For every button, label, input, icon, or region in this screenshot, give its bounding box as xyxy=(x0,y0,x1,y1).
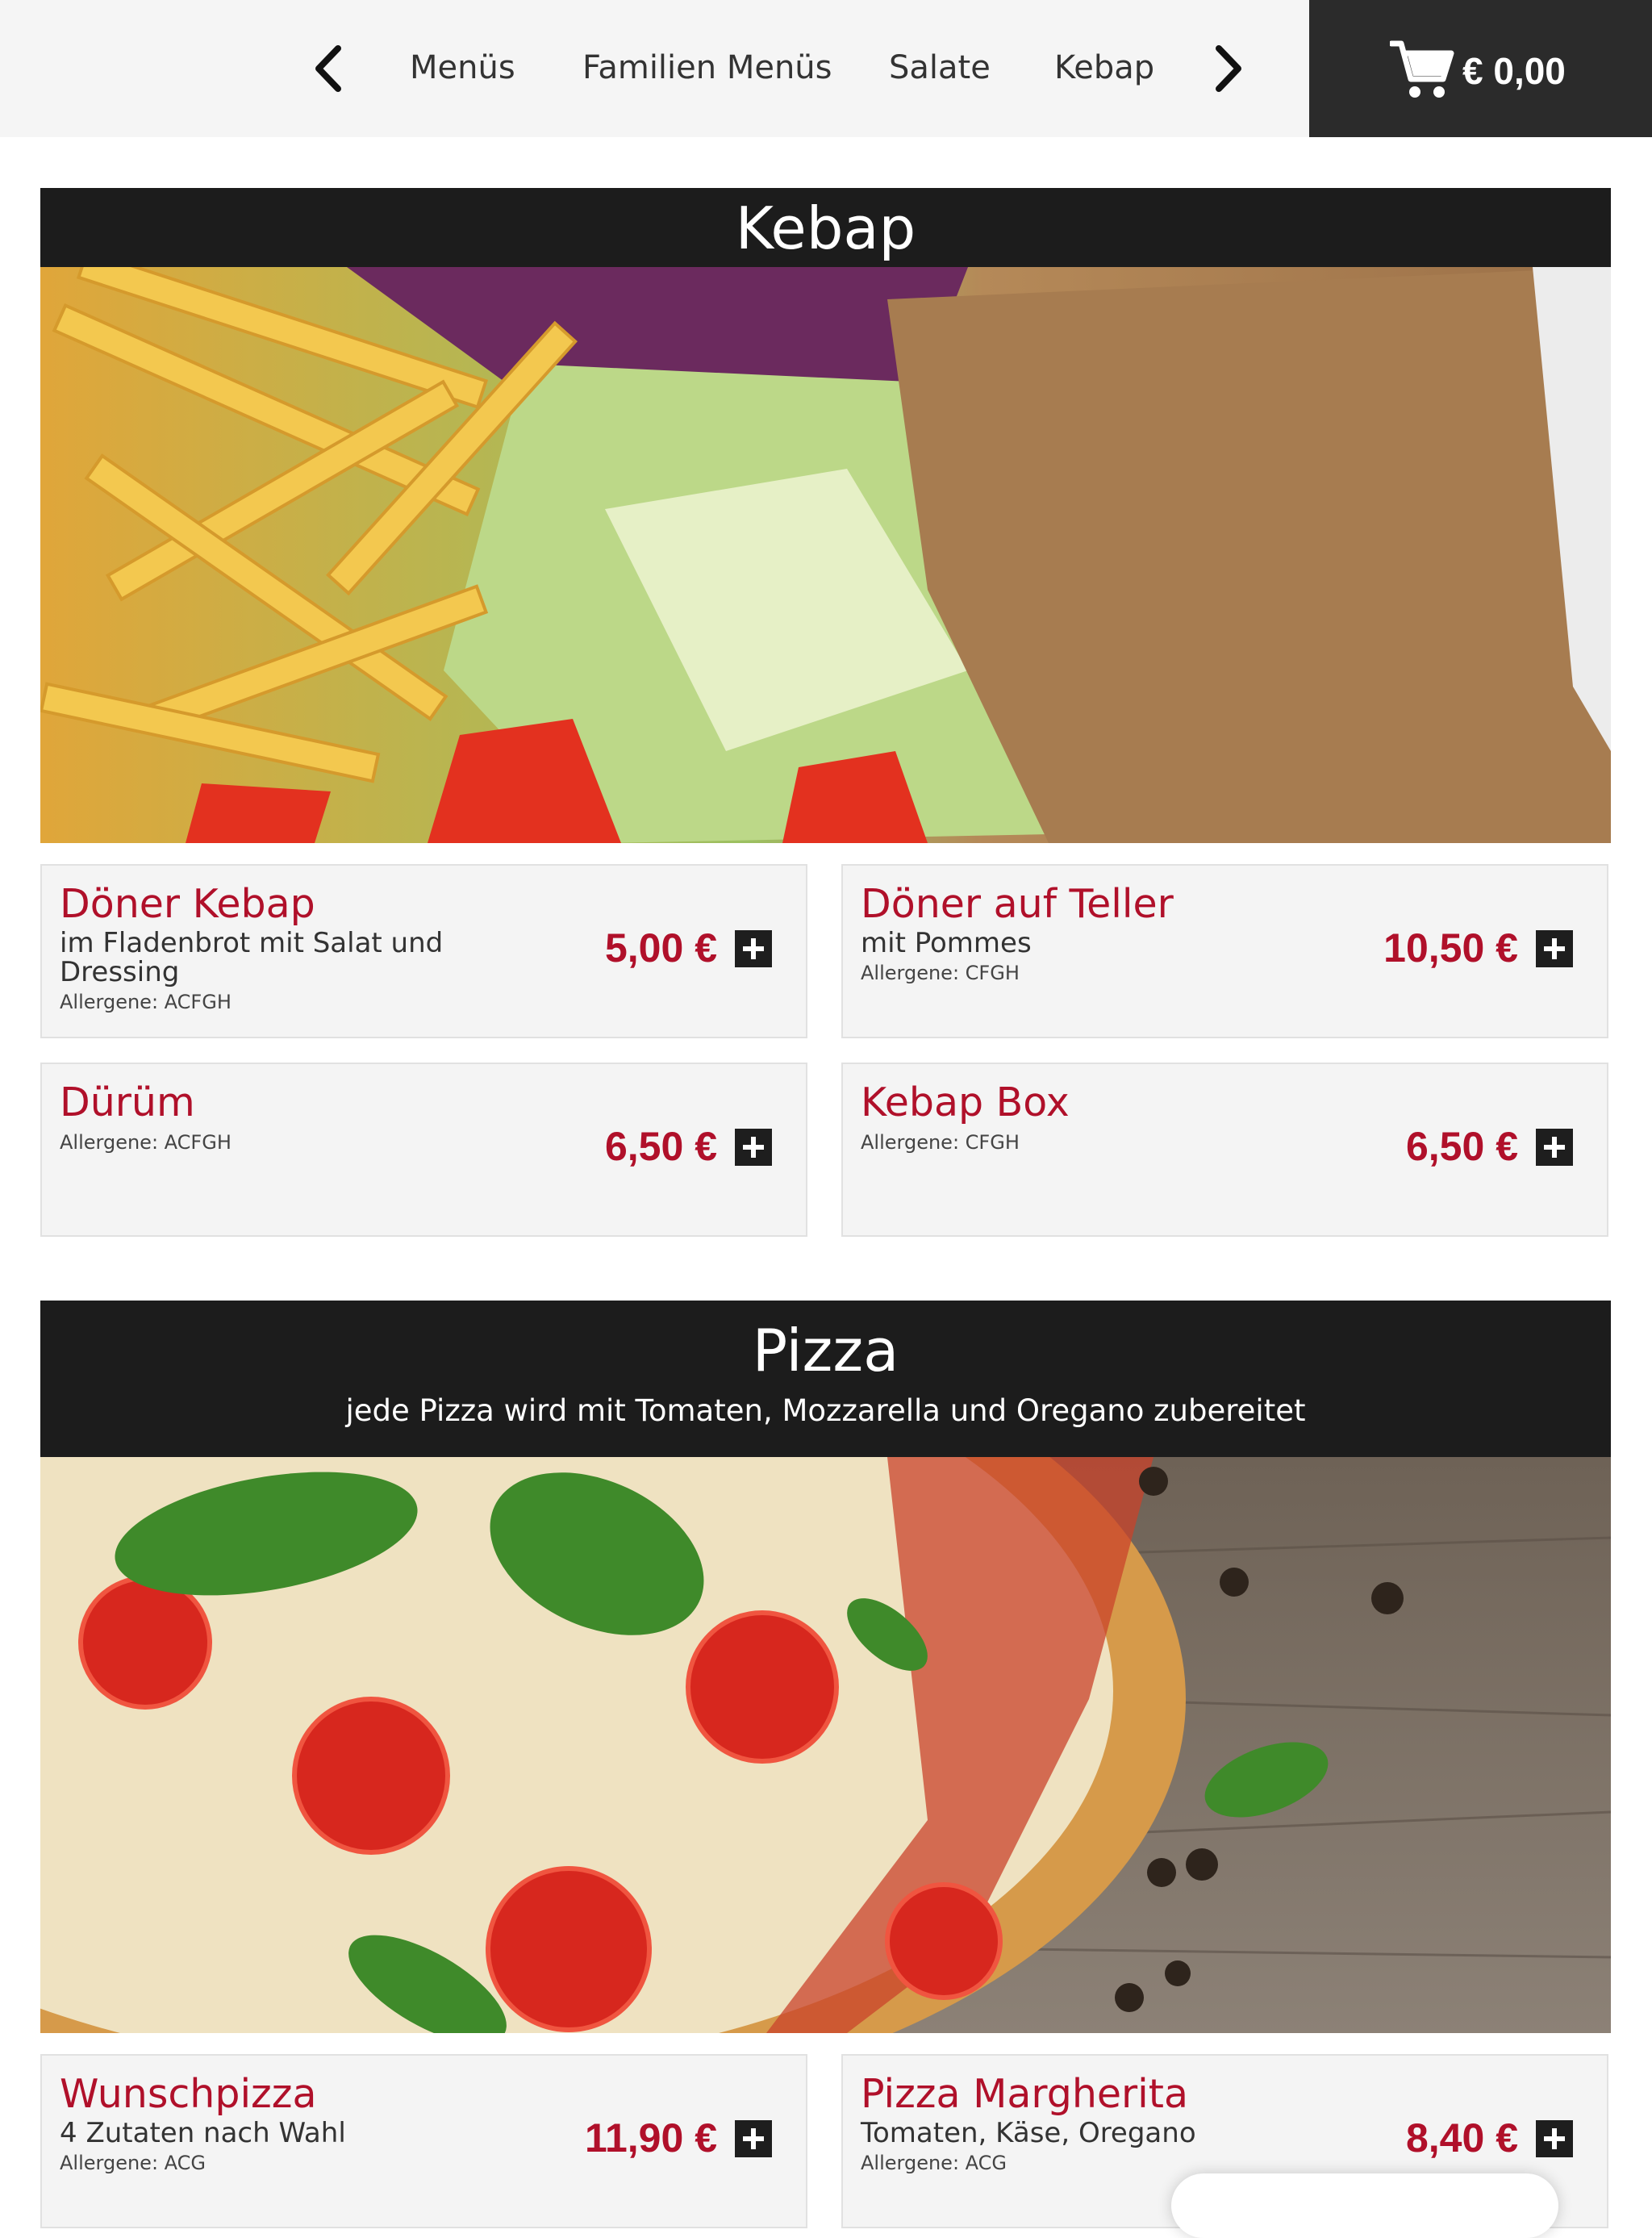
floating-action-pill[interactable] xyxy=(1171,2173,1558,2238)
product-allergens: Allergene: ACG xyxy=(60,2152,206,2174)
product-name: Kebap Box xyxy=(861,1079,1070,1125)
add-to-cart-icon[interactable] xyxy=(1536,1129,1573,1166)
product-description: Tomaten, Käse, Oregano Allergene: ACG xyxy=(861,2119,1280,2177)
product-allergens: Allergene: CFGH xyxy=(861,962,1020,984)
product-description: Allergene: ACFGH xyxy=(60,1127,479,1156)
product-description: 4 Zutaten nach Wahl Allergene: ACG xyxy=(60,2119,479,2177)
section-header-pizza: Pizza jede Pizza wird mit Tomaten, Mozza… xyxy=(40,1301,1611,1457)
nav-item-menues[interactable]: Menüs xyxy=(410,45,515,90)
product-card-wunschpizza[interactable]: Wunschpizza 4 Zutaten nach Wahl Allergen… xyxy=(40,2054,807,2228)
product-allergens: Allergene: CFGH xyxy=(861,1131,1020,1154)
chevron-right-icon[interactable] xyxy=(1198,40,1254,97)
add-to-cart-icon[interactable] xyxy=(735,930,772,967)
section-header-kebap: Kebap xyxy=(40,188,1611,267)
product-allergens: Allergene: ACFGH xyxy=(60,991,232,1013)
add-to-cart-icon[interactable] xyxy=(1536,930,1573,967)
section-title: Pizza xyxy=(752,1317,899,1384)
add-to-cart-icon[interactable] xyxy=(1536,2120,1573,2157)
cart-total: € 0,00 xyxy=(1462,50,1566,92)
product-allergens: Allergene: ACFGH xyxy=(60,1131,232,1154)
nav-item-kebap[interactable]: Kebap xyxy=(1054,45,1154,90)
product-name: Pizza Margherita xyxy=(861,2071,1189,2117)
cart-button[interactable]: € 0,00 xyxy=(1309,0,1652,137)
product-name: Döner auf Teller xyxy=(861,881,1174,927)
product-price: 6,50 € xyxy=(1405,1124,1518,1169)
nav-item-familien-menues[interactable]: Familien Menüs xyxy=(582,45,832,90)
section-subtitle: jede Pizza wird mit Tomaten, Mozzarella … xyxy=(345,1393,1306,1428)
product-price: 8,40 € xyxy=(1405,2115,1518,2161)
product-description: mit Pommes Allergene: CFGH xyxy=(861,929,1280,987)
product-price: 10,50 € xyxy=(1383,925,1518,971)
add-to-cart-icon[interactable] xyxy=(735,1129,772,1166)
product-name: Dürüm xyxy=(60,1079,195,1125)
add-to-cart-icon[interactable] xyxy=(735,2120,772,2157)
product-allergens: Allergene: ACG xyxy=(861,2152,1007,2174)
nav-item-salate[interactable]: Salate xyxy=(889,45,991,90)
product-description: Allergene: CFGH xyxy=(861,1127,1280,1156)
kebap-photo xyxy=(40,267,1611,843)
product-card-doener-auf-teller[interactable]: Döner auf Teller mit Pommes Allergene: C… xyxy=(841,864,1608,1038)
product-price: 11,90 € xyxy=(584,2115,717,2161)
product-price: 6,50 € xyxy=(604,1124,717,1169)
shopping-cart-icon xyxy=(1388,39,1454,100)
product-description: im Fladenbrot mit Salat und Dressing All… xyxy=(60,929,479,1016)
product-name: Döner Kebap xyxy=(60,881,315,927)
product-price: 5,00 € xyxy=(604,925,717,971)
product-name: Wunschpizza xyxy=(60,2071,317,2117)
product-card-kebap-box[interactable]: Kebap Box Allergene: CFGH 6,50 € xyxy=(841,1063,1608,1237)
pizza-photo xyxy=(40,1457,1611,2033)
product-card-doener-kebap[interactable]: Döner Kebap im Fladenbrot mit Salat und … xyxy=(40,864,807,1038)
category-nav-bar: Menüs Familien Menüs Salate Kebap € 0,00 xyxy=(0,0,1652,137)
section-title: Kebap xyxy=(735,194,916,262)
chevron-left-icon[interactable] xyxy=(302,40,359,97)
product-card-dueruem[interactable]: Dürüm Allergene: ACFGH 6,50 € xyxy=(40,1063,807,1237)
